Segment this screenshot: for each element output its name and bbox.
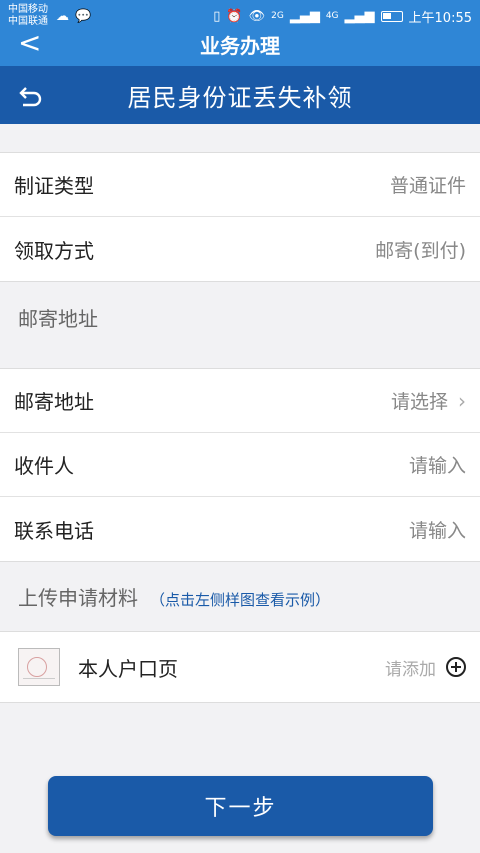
- vibrate-icon: ▯: [213, 8, 221, 24]
- background-header: < 业务办理: [0, 26, 480, 66]
- upload-add-text[interactable]: 请添加: [385, 655, 436, 680]
- certificate-group: 制证类型 普通证件 领取方式 邮寄(到付): [0, 152, 480, 282]
- upload-item-row: 本人户口页 请添加: [0, 631, 480, 703]
- upload-section-header: 上传申请材料 （点击左侧样图查看示例）: [18, 582, 330, 611]
- carrier-1: 中国移动: [8, 4, 48, 15]
- mail-section-title: 邮寄地址: [18, 307, 98, 331]
- signal-icon: ▂▄▆: [289, 8, 320, 24]
- phone-input[interactable]: 请输入: [409, 516, 466, 543]
- notification-icons: ☁ 💬: [56, 9, 91, 24]
- scrolled-content-edge: [0, 124, 480, 152]
- status-right: ▯ ⏰ 👁 2G ▂▄▆ 4G ▂▄▆ 上午10:55: [213, 7, 472, 26]
- background-title: 业务办理: [200, 34, 280, 58]
- mail-address-row[interactable]: 邮寄地址 请选择 ›: [0, 369, 480, 433]
- pickup-method-value: 邮寄(到付): [375, 239, 466, 262]
- upload-item-label: 本人户口页: [78, 656, 178, 681]
- eye-icon: 👁: [248, 8, 266, 24]
- pickup-method-label: 领取方式: [14, 238, 94, 263]
- sample-thumbnail[interactable]: [18, 648, 60, 686]
- mail-address-label: 邮寄地址: [14, 390, 94, 414]
- battery-icon: [380, 10, 403, 22]
- add-circle-icon[interactable]: [446, 657, 466, 677]
- signal-icon-2: ▂▄▆: [344, 8, 375, 24]
- cloud-icon: ☁: [56, 8, 69, 24]
- card-type-value: 普通证件: [389, 175, 466, 197]
- pickup-method-row[interactable]: 领取方式 邮寄(到付): [0, 217, 480, 281]
- card-type-label: 制证类型: [14, 174, 94, 198]
- mail-address-value: 请选择: [390, 391, 448, 413]
- page-title: 居民身份证丢失补领: [127, 83, 353, 112]
- next-step-button[interactable]: 下一步: [48, 776, 433, 836]
- mail-group: 邮寄地址 请选择 › 收件人 请输入 联系电话 请输入: [0, 368, 480, 562]
- phone-row[interactable]: 联系电话 请输入: [0, 497, 480, 561]
- chat-icon: 💬: [75, 8, 92, 24]
- card-type-row[interactable]: 制证类型 普通证件: [0, 153, 480, 217]
- network-2: 4G: [325, 11, 339, 21]
- network-1: 2G: [271, 11, 284, 21]
- clock: 上午10:55: [408, 10, 472, 26]
- page-header: 居民身份证丢失补领: [0, 66, 480, 124]
- alarm-icon: ⏰: [226, 8, 243, 24]
- chevron-right-icon: ›: [458, 388, 466, 413]
- recipient-label: 收件人: [14, 454, 74, 478]
- back-button[interactable]: [16, 82, 44, 110]
- upload-section-note: （点击左侧样图查看示例）: [150, 591, 331, 609]
- phone-label: 联系电话: [14, 518, 94, 543]
- recipient-input[interactable]: 请输入: [409, 451, 466, 478]
- return-arrow-icon: [19, 87, 42, 107]
- status-bar: 中国移动 中国联通 ☁ 💬 ▯ ⏰ 👁 2G ▂▄▆ 4G ▂▄▆ 上午10:5…: [0, 0, 480, 32]
- carrier-info: 中国移动 中国联通: [8, 4, 48, 28]
- recipient-row[interactable]: 收件人 请输入: [0, 433, 480, 497]
- upload-section-title: 上传申请材料: [18, 586, 138, 610]
